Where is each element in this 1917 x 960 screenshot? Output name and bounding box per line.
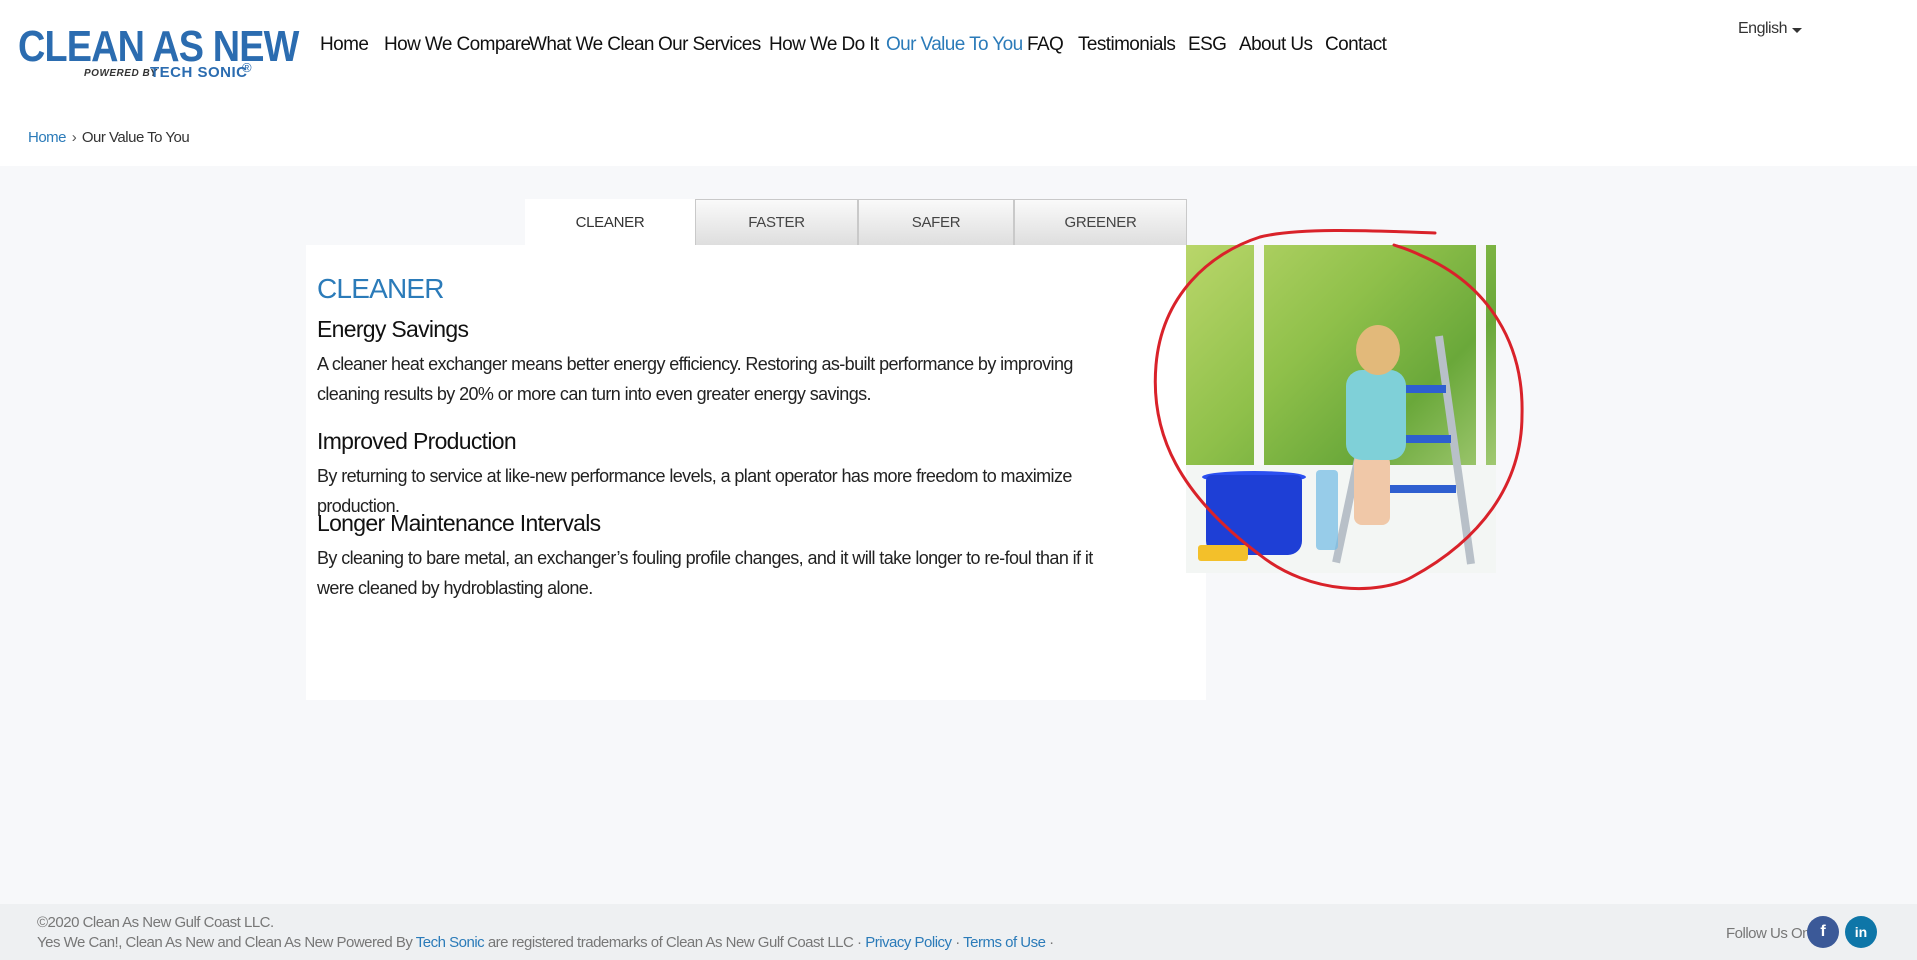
child-head bbox=[1356, 325, 1400, 375]
footer-dot: · bbox=[955, 934, 960, 951]
nav-home[interactable]: Home bbox=[320, 34, 369, 56]
footer-trademark: Yes We Can!, Clean As New and Clean As N… bbox=[37, 934, 1054, 951]
follow-us-label: Follow Us On: bbox=[1726, 925, 1814, 942]
tab-greener[interactable]: GREENER bbox=[1014, 199, 1187, 245]
nav-about-us[interactable]: About Us bbox=[1239, 34, 1313, 56]
privacy-policy-link[interactable]: Privacy Policy bbox=[865, 934, 952, 951]
footer-copyright: ©2020 Clean As New Gulf Coast LLC. bbox=[37, 914, 274, 931]
tab-faster[interactable]: FASTER bbox=[695, 199, 858, 245]
nav-contact[interactable]: Contact bbox=[1325, 34, 1387, 56]
child-cleaning-photo bbox=[1186, 245, 1496, 573]
tab-content-panel: CLEANER Energy Savings A cleaner heat ex… bbox=[306, 245, 1206, 700]
site-header: CLEAN AS NEW POWERED BY TECH SONIC ® Hom… bbox=[0, 0, 1917, 166]
site-logo[interactable]: CLEAN AS NEW POWERED BY TECH SONIC ® bbox=[18, 22, 299, 84]
section-body: By cleaning to bare metal, an exchanger’… bbox=[317, 548, 1093, 598]
section-energy-savings: Energy Savings A cleaner heat exchanger … bbox=[317, 315, 1117, 409]
child-body bbox=[1346, 370, 1406, 460]
section-title: Improved Production bbox=[317, 428, 517, 454]
content-heading: CLEANER bbox=[317, 273, 444, 304]
terms-of-use-link[interactable]: Terms of Use bbox=[963, 934, 1046, 951]
language-select[interactable]: English bbox=[1738, 20, 1787, 38]
nav-our-value-to-you[interactable]: Our Value To You bbox=[886, 34, 1023, 56]
breadcrumb: Home › Our Value To You bbox=[28, 129, 190, 146]
section-longer-maintenance: Longer Maintenance Intervals By cleaning… bbox=[317, 509, 1117, 603]
nav-testimonials[interactable]: Testimonials bbox=[1078, 34, 1176, 56]
window-frame bbox=[1476, 245, 1486, 475]
site-footer: ©2020 Clean As New Gulf Coast LLC. Yes W… bbox=[0, 904, 1917, 960]
breadcrumb-current: Our Value To You bbox=[81, 129, 190, 146]
child-legs bbox=[1354, 455, 1390, 525]
facebook-icon[interactable]: f bbox=[1807, 916, 1839, 948]
tech-sonic-link[interactable]: Tech Sonic bbox=[416, 934, 485, 951]
section-improved-production: Improved Production By returning to serv… bbox=[317, 427, 1117, 521]
nav-our-services[interactable]: Our Services bbox=[658, 34, 761, 56]
value-tabs: CLEANER FASTER SAFER GREENER bbox=[525, 199, 1187, 245]
nav-what-we-clean[interactable]: What We Clean bbox=[529, 34, 655, 56]
trademark-text: Yes We Can!, Clean As New and Clean As N… bbox=[37, 934, 413, 951]
nav-esg[interactable]: ESG bbox=[1188, 34, 1227, 56]
bucket bbox=[1206, 475, 1302, 555]
logo-powered-by: POWERED BY bbox=[84, 68, 158, 79]
section-body: A cleaner heat exchanger means better en… bbox=[317, 354, 1073, 404]
section-title: Energy Savings bbox=[317, 316, 469, 342]
logo-tech-sonic: TECH SONIC bbox=[150, 64, 248, 81]
nav-faq[interactable]: FAQ bbox=[1027, 34, 1064, 56]
nav-how-we-do-it[interactable]: How We Do It bbox=[769, 34, 879, 56]
tab-safer[interactable]: SAFER bbox=[858, 199, 1014, 245]
sponge bbox=[1198, 545, 1248, 561]
trademark-text-suffix: are registered trademarks of Clean As Ne… bbox=[487, 934, 862, 951]
footer-dot: · bbox=[1049, 934, 1054, 951]
spray-bottle bbox=[1316, 470, 1338, 550]
logo-registered-mark: ® bbox=[242, 60, 252, 75]
breadcrumb-home[interactable]: Home bbox=[28, 129, 67, 146]
tab-cleaner[interactable]: CLEANER bbox=[525, 199, 695, 245]
breadcrumb-separator: › bbox=[71, 129, 77, 146]
chevron-down-icon[interactable] bbox=[1792, 28, 1802, 33]
nav-how-we-compare[interactable]: How We Compare bbox=[384, 34, 531, 56]
section-title: Longer Maintenance Intervals bbox=[317, 510, 601, 536]
window-frame bbox=[1254, 245, 1264, 475]
linkedin-icon[interactable]: in bbox=[1845, 916, 1877, 948]
